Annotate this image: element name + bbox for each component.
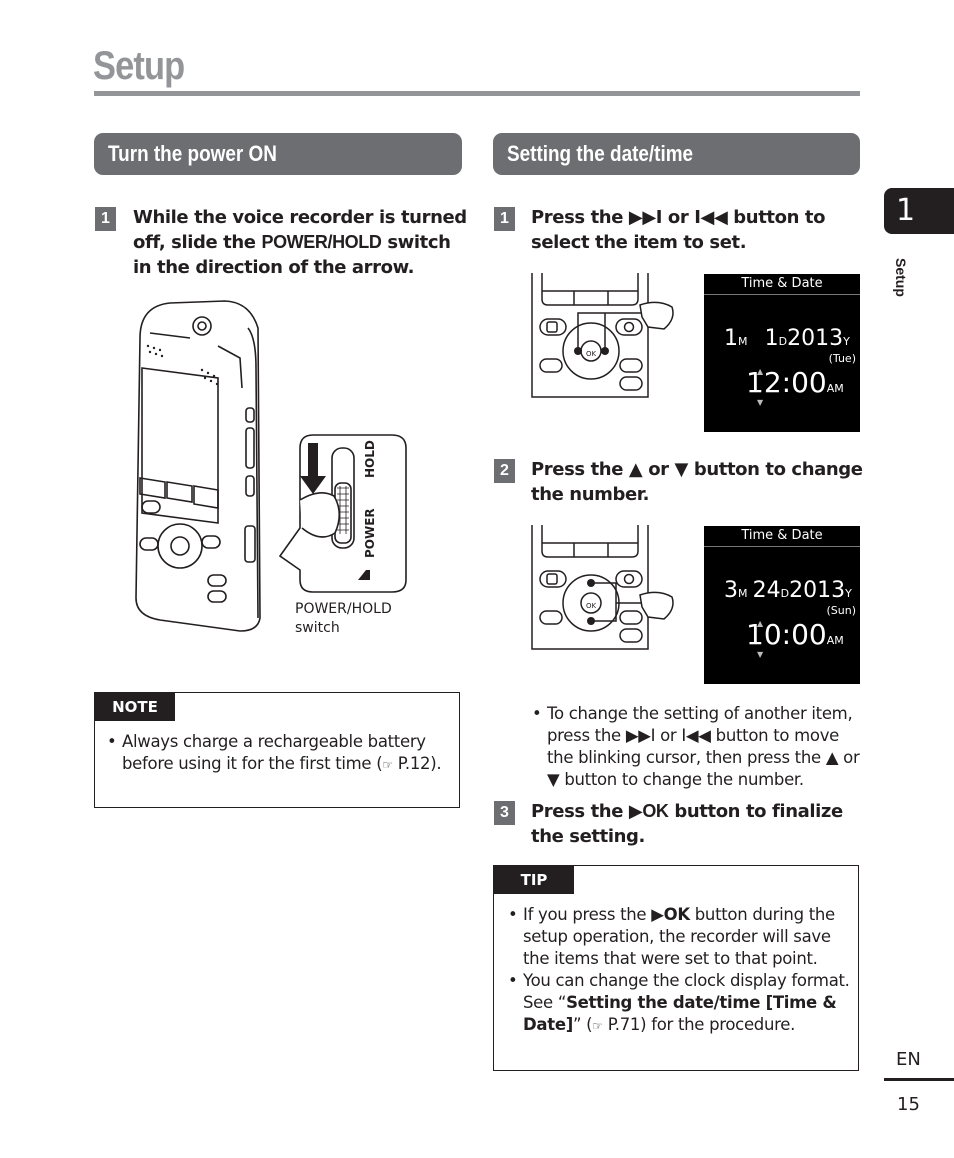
screen-title: Time & Date xyxy=(704,274,860,295)
month-value: 1 xyxy=(724,326,738,351)
previous-icon: I◀◀ xyxy=(694,207,728,228)
up-icon: ▲ xyxy=(825,748,839,767)
lcd-screen-time-date-1: Time & Date 1M 1D2013Y (Tue) 12:00AM ▲ ▼ xyxy=(704,274,860,432)
caption-line: POWER/HOLD xyxy=(295,601,392,617)
step-number: 3 xyxy=(494,801,515,825)
step-text: or xyxy=(662,207,695,228)
year-value: 2013 xyxy=(787,326,844,351)
down-icon: ▼ xyxy=(547,770,560,789)
play-icon: ▶ xyxy=(628,801,643,822)
note-text: or xyxy=(838,748,860,767)
tip-item: If you press the ▶OK button during the s… xyxy=(506,904,851,970)
page-number: 15 xyxy=(897,1094,920,1115)
step-instruction: Press the ▶▶I or I◀◀ button to select th… xyxy=(531,205,866,255)
section-heading-power-on: Turn the power ON xyxy=(94,133,462,175)
cursor-down-icon: ▼ xyxy=(757,650,764,659)
month-unit: M xyxy=(738,335,748,348)
note-text: or xyxy=(655,726,682,745)
ampm-indicator: AM xyxy=(826,382,844,395)
page-reference[interactable]: P.71 xyxy=(603,1015,641,1034)
day-unit: D xyxy=(780,587,790,600)
note-label: NOTE xyxy=(95,693,175,721)
switch-label-power: POWER xyxy=(363,508,377,558)
month-unit: M xyxy=(738,587,748,600)
tip-text: If you press the xyxy=(523,905,652,924)
step-text: Press the xyxy=(531,459,629,480)
tip-box: TIP If you press the ▶OK button during t… xyxy=(493,865,859,1071)
note-box: NOTE Always charge a rechargeable batter… xyxy=(94,692,460,808)
section-heading-text: Turn the power ON xyxy=(108,141,277,166)
language-indicator: EN xyxy=(896,1049,921,1070)
reference-icon: ☞ xyxy=(382,758,393,772)
date-readout: 1M 1D2013Y xyxy=(724,326,850,351)
cursor-down-icon: ▼ xyxy=(757,398,764,407)
control-pad-illustration-next-prev: OK xyxy=(531,273,674,398)
up-icon: ▲ xyxy=(628,459,643,480)
illustration-caption: POWER/HOLD switch xyxy=(295,600,392,638)
page-reference[interactable]: P.12 xyxy=(393,754,431,773)
control-pad-illustration-up-down: OK xyxy=(531,525,674,650)
next-icon: ▶▶I xyxy=(625,726,656,745)
play-icon: ▶ xyxy=(651,905,664,924)
year-value: 2013 xyxy=(789,578,846,603)
tip-item: You can change the clock display format.… xyxy=(506,970,851,1037)
day-value: 1 xyxy=(764,326,779,351)
note-text: Always charge a rechargeable battery bef… xyxy=(122,732,426,773)
svg-text:OK: OK xyxy=(586,350,597,358)
weekday: (Tue) xyxy=(828,352,856,365)
step2-note-item: To change the setting of another item, p… xyxy=(530,703,865,791)
weekday: (Sun) xyxy=(826,604,856,617)
reference-icon: ☞ xyxy=(592,1019,603,1033)
switch-name: POWER/HOLD xyxy=(261,232,382,252)
note-text: ). xyxy=(430,754,442,773)
month-value: 3 xyxy=(724,578,738,603)
ok-button-name: OK xyxy=(642,801,669,821)
step-text: or xyxy=(642,459,675,480)
previous-icon: I◀◀ xyxy=(681,726,711,745)
tip-list: If you press the ▶OK button during the s… xyxy=(506,904,851,1037)
tip-text: ” ( xyxy=(572,1015,593,1034)
step-number: 1 xyxy=(494,207,515,231)
chapter-label: Setup xyxy=(893,258,909,297)
cursor-up-icon: ▲ xyxy=(757,619,764,628)
day-unit: D xyxy=(778,335,788,348)
cursor-up-icon: ▲ xyxy=(757,367,764,376)
ok-button-name: OK xyxy=(663,905,691,924)
year-unit: Y xyxy=(845,587,852,600)
note-item: Always charge a rechargeable battery bef… xyxy=(105,731,450,776)
tip-label: TIP xyxy=(494,866,574,894)
day-value: 24 xyxy=(752,578,781,603)
title-rule xyxy=(94,91,860,96)
date-readout: 3M 24D2013Y xyxy=(724,578,852,603)
screen-title: Time & Date xyxy=(704,526,860,547)
step-text: Press the xyxy=(531,801,629,822)
voice-recorder-illustration: HOLD POWER xyxy=(135,300,407,632)
page-title: Setup xyxy=(93,44,185,88)
svg-text:OK: OK xyxy=(586,602,597,610)
lcd-screen-time-date-2: Time & Date 3M 24D2013Y (Sun) 10:00AM ▲ … xyxy=(704,526,860,684)
step-instruction: Press the ▶OK button to finalize the set… xyxy=(531,799,866,849)
down-icon: ▼ xyxy=(674,459,689,480)
switch-label-hold: HOLD xyxy=(363,440,377,478)
section-heading-text: Setting the date/time xyxy=(507,141,694,166)
chapter-tab: 1 xyxy=(884,188,954,234)
step-number: 2 xyxy=(494,459,515,483)
step-instruction: While the voice recorder is turned off, … xyxy=(133,205,468,280)
tip-text: ) for the procedure. xyxy=(640,1015,796,1034)
step-text: Press the xyxy=(531,207,629,228)
step-instruction: Press the ▲ or ▼ button to change the nu… xyxy=(531,457,866,507)
year-unit: Y xyxy=(843,335,850,348)
footer-rule xyxy=(884,1078,954,1081)
note-list: Always charge a rechargeable battery bef… xyxy=(105,731,450,776)
section-heading-date-time: Setting the date/time xyxy=(493,133,860,175)
step2-notes: To change the setting of another item, p… xyxy=(530,703,865,791)
step-number: 1 xyxy=(95,207,116,231)
next-icon: ▶▶I xyxy=(628,207,663,228)
note-text: button to change the number. xyxy=(559,770,804,789)
ampm-indicator: AM xyxy=(826,634,844,647)
caption-line: switch xyxy=(295,620,340,636)
